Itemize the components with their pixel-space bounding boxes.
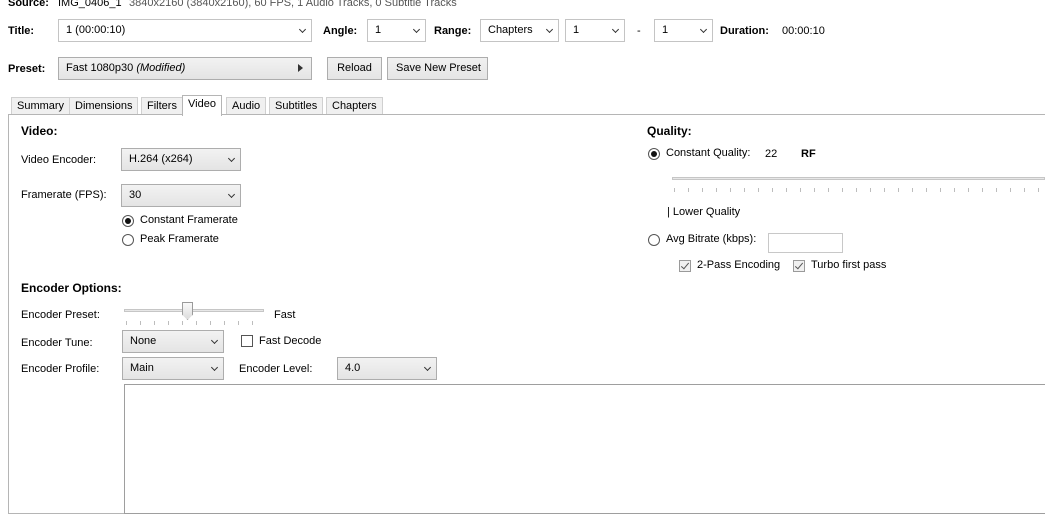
constant-quality-label: Constant Quality: (666, 147, 751, 159)
avg-bitrate-input[interactable] (768, 233, 843, 253)
range-type-value: Chapters (488, 24, 533, 36)
preset-label: Preset: (8, 63, 46, 75)
turbo-first-pass-checkbox[interactable] (793, 260, 805, 272)
tab-chapters[interactable]: Chapters (326, 97, 383, 115)
preset-selector[interactable]: Fast 1080p30 (Modified) (58, 57, 312, 80)
chevron-down-icon (412, 25, 421, 34)
encoder-profile-dropdown[interactable]: Main (122, 357, 224, 380)
encoder-preset-label: Encoder Preset: (21, 309, 100, 321)
tab-summary[interactable]: Summary (11, 97, 71, 115)
chevron-down-icon (423, 363, 432, 372)
constant-framerate-radio[interactable] (122, 215, 134, 227)
constant-quality-radio[interactable] (648, 148, 660, 160)
video-encoder-value: H.264 (x264) (129, 153, 193, 165)
range-end-value: 1 (662, 24, 669, 36)
video-encoder-dropdown[interactable]: H.264 (x264) (121, 148, 241, 171)
chevron-down-icon (699, 25, 708, 34)
video-encoder-label: Video Encoder: (21, 154, 97, 166)
encoder-tune-value: None (130, 335, 157, 347)
constant-quality-value: 22 (765, 148, 778, 160)
range-end-dropdown[interactable]: 1 (654, 19, 713, 42)
avg-bitrate-radio[interactable] (648, 234, 660, 246)
tab-subtitles[interactable]: Subtitles (269, 97, 324, 115)
encoder-tune-label: Encoder Tune: (21, 337, 93, 349)
chevron-right-icon (298, 64, 303, 72)
tab-filters[interactable]: Filters (141, 97, 183, 115)
chevron-down-icon (545, 25, 554, 34)
range-type-dropdown[interactable]: Chapters (480, 19, 559, 42)
encoder-options-heading: Encoder Options: (21, 281, 122, 295)
title-value: 1 (00:00:10) (66, 24, 126, 36)
encoder-preset-slider-track[interactable] (124, 309, 264, 312)
encoder-profile-label: Encoder Profile: (21, 363, 100, 375)
tab-dimensions[interactable]: Dimensions (69, 97, 139, 115)
range-label: Range: (434, 25, 472, 37)
reload-button[interactable]: Reload (327, 57, 382, 80)
range-dash: - (637, 25, 641, 37)
chevron-down-icon (210, 363, 219, 372)
encoder-preset-slider-ticks (126, 321, 264, 325)
quality-slider-ticks (674, 188, 1045, 192)
avg-bitrate-label: Avg Bitrate (kbps): (666, 233, 757, 245)
save-new-preset-button[interactable]: Save New Preset (387, 57, 488, 80)
framerate-dropdown[interactable]: 30 (121, 184, 241, 207)
turbo-first-pass-label: Turbo first pass (811, 259, 887, 271)
source-name: IMG_0406_1 (58, 0, 122, 9)
avg-bitrate-value (769, 237, 772, 249)
encoder-profile-value: Main (130, 362, 154, 374)
fast-decode-label: Fast Decode (259, 335, 322, 347)
duration-value: 00:00:10 (782, 25, 825, 37)
quality-slider-track[interactable] (672, 177, 1045, 180)
chevron-down-icon (611, 25, 620, 34)
peak-framerate-radio[interactable] (122, 234, 134, 246)
framerate-label: Framerate (FPS): (21, 189, 107, 201)
preset-modified: (Modified) (136, 62, 186, 74)
fast-decode-checkbox[interactable] (241, 335, 253, 347)
source-info: 3840x2160 (3840x2160), 60 FPS, 1 Audio T… (129, 0, 457, 9)
angle-value: 1 (375, 24, 382, 36)
peak-framerate-label: Peak Framerate (140, 233, 219, 245)
tab-audio[interactable]: Audio (226, 97, 267, 115)
chevron-down-icon (210, 336, 219, 345)
encoder-level-dropdown[interactable]: 4.0 (337, 357, 437, 380)
lower-quality-label: | Lower Quality (667, 206, 741, 218)
video-heading: Video: (21, 124, 58, 138)
two-pass-label: 2-Pass Encoding (697, 259, 781, 271)
chevron-down-icon (227, 154, 236, 163)
encoder-level-value: 4.0 (345, 362, 361, 374)
tab-video[interactable]: Video (182, 95, 222, 116)
encoder-tune-dropdown[interactable]: None (122, 330, 224, 353)
range-start-value: 1 (573, 24, 580, 36)
title-label: Title: (8, 25, 35, 37)
angle-label: Angle: (323, 25, 358, 37)
title-dropdown[interactable]: 1 (00:00:10) (58, 19, 312, 42)
constant-framerate-label: Constant Framerate (140, 214, 238, 226)
quality-heading: Quality: (647, 124, 692, 138)
preset-name: Fast 1080p30 (66, 62, 134, 74)
range-start-dropdown[interactable]: 1 (565, 19, 625, 42)
two-pass-checkbox[interactable] (679, 260, 691, 272)
chevron-down-icon (227, 190, 236, 199)
encoder-level-label: Encoder Level: (239, 363, 313, 375)
source-label: Source: (8, 0, 49, 9)
angle-dropdown[interactable]: 1 (367, 19, 426, 42)
duration-label: Duration: (720, 25, 769, 37)
framerate-value: 30 (129, 189, 142, 201)
extra-options-textarea[interactable] (124, 384, 1045, 514)
chevron-down-icon (298, 25, 307, 34)
encoder-preset-value: Fast (274, 309, 296, 321)
rf-label: RF (801, 148, 816, 160)
